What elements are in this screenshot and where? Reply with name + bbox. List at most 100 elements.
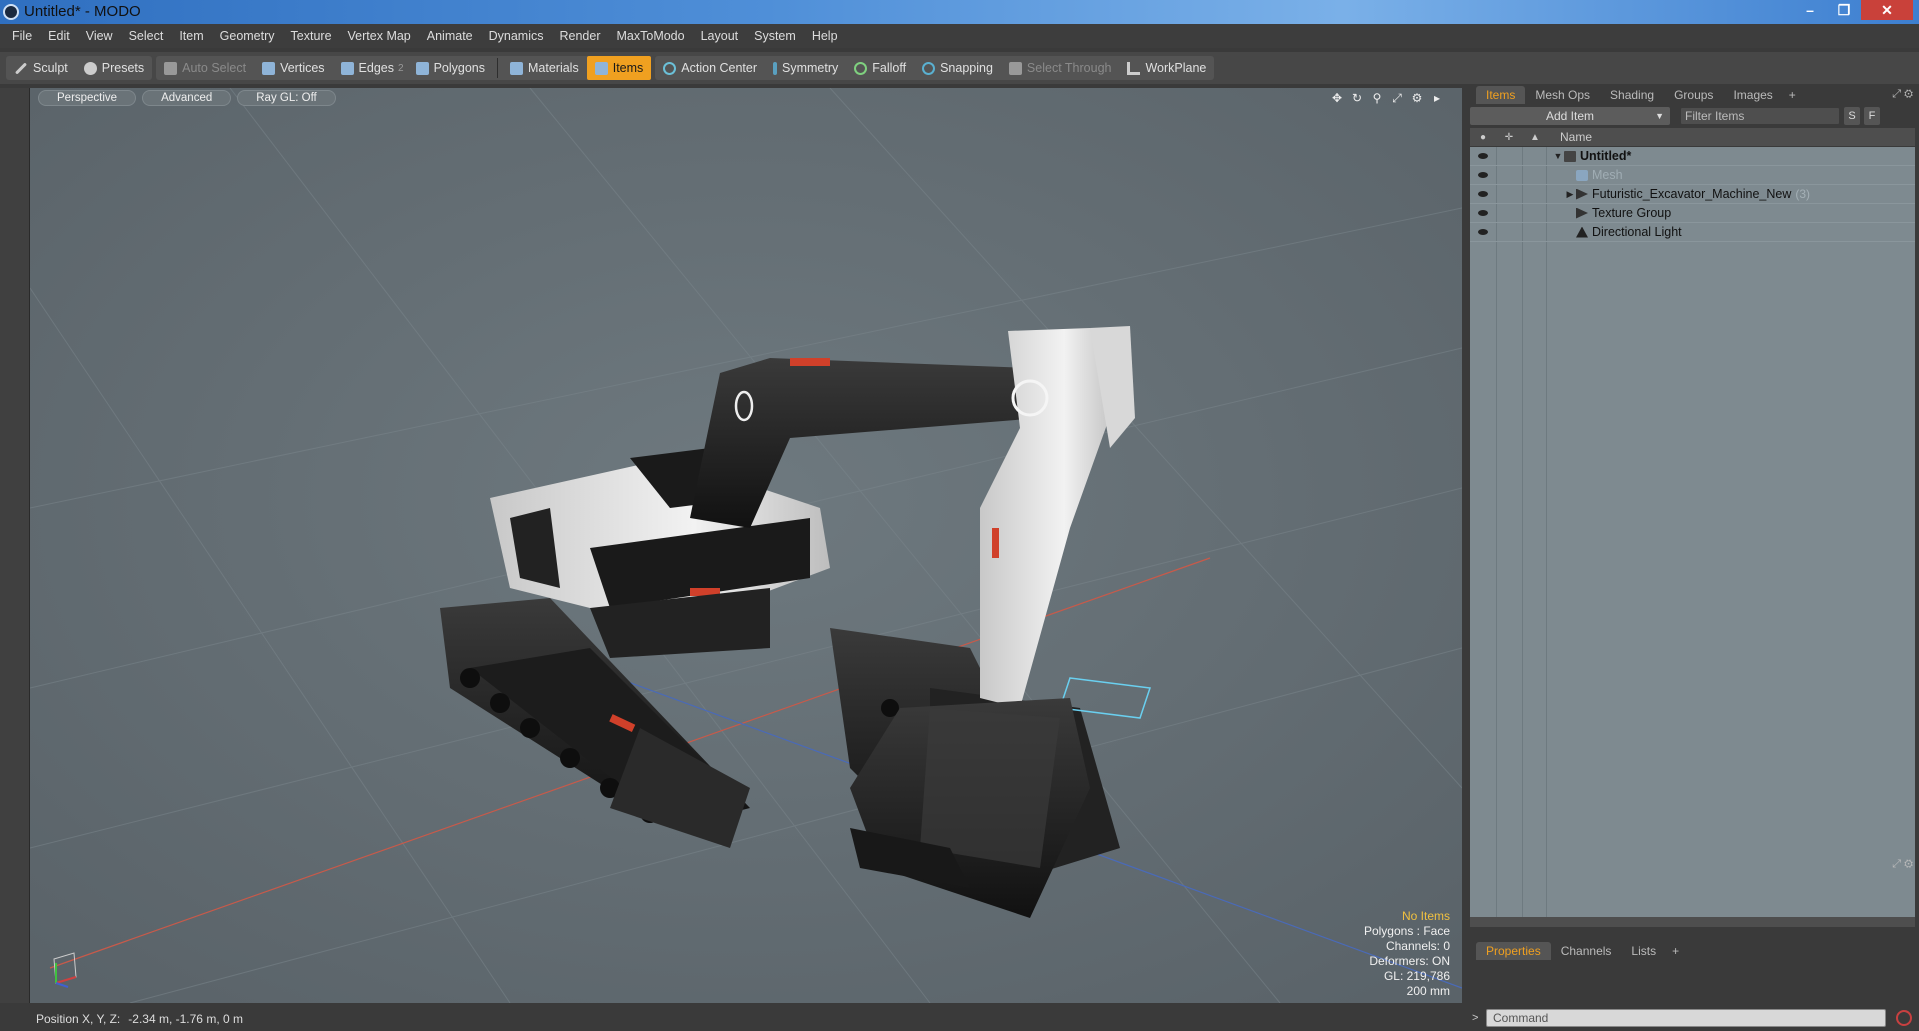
symmetry-button[interactable]: Symmetry	[765, 56, 846, 80]
chevron-down-icon: ▼	[1655, 111, 1664, 121]
command-bar: >	[1466, 1007, 1919, 1029]
edges-button[interactable]: Edges	[333, 56, 402, 80]
zoom-icon[interactable]: ⚲	[1370, 91, 1384, 105]
gear-icon[interactable]: ⚙	[1410, 91, 1424, 105]
workplane-button[interactable]: WorkPlane	[1119, 56, 1214, 80]
tab-groups[interactable]: Groups	[1664, 86, 1723, 104]
tab-lists[interactable]: Lists	[1621, 942, 1666, 960]
menu-item[interactable]: Item	[171, 29, 211, 43]
menu-vertex-map[interactable]: Vertex Map	[340, 29, 419, 43]
close-button[interactable]: ✕	[1861, 0, 1913, 20]
materials-button[interactable]: Materials	[502, 56, 587, 80]
items-button[interactable]: Items	[586, 56, 652, 80]
filter-s-button[interactable]: S	[1844, 107, 1860, 125]
tab-advanced[interactable]: Advanced	[142, 90, 232, 106]
3d-viewport[interactable]: Perspective Advanced Ray GL: Off ✥ ↻ ⚲ ⤢…	[30, 88, 1462, 1003]
menu-system[interactable]: System	[746, 29, 804, 43]
pan-icon[interactable]: ✥	[1330, 91, 1344, 105]
render-column-icon[interactable]: ▲	[1522, 132, 1548, 143]
item-tree: ▼ Untitled* Mesh ▶ Futuristic_Excavator_…	[1470, 147, 1915, 917]
command-input[interactable]	[1486, 1009, 1886, 1027]
items-toolbar: Add Item ▼ S F	[1470, 106, 1915, 126]
tab-images[interactable]: Images	[1723, 86, 1782, 104]
menu-geometry[interactable]: Geometry	[212, 29, 283, 43]
add-tab-icon[interactable]: +	[1666, 944, 1685, 958]
auto-select-button[interactable]: Auto Select	[156, 56, 254, 80]
mesh-icon	[1576, 169, 1588, 181]
tab-shading[interactable]: Shading	[1600, 86, 1664, 104]
column-divider	[1496, 147, 1497, 917]
selection-info: No Items	[1401, 909, 1450, 923]
visibility-toggle[interactable]	[1470, 147, 1496, 166]
scene-icon	[1564, 150, 1576, 162]
command-stop-icon[interactable]	[1896, 1010, 1912, 1026]
menu-texture[interactable]: Texture	[283, 29, 340, 43]
visibility-toggle[interactable]	[1470, 204, 1496, 223]
tree-row-label: Untitled*	[1580, 149, 1632, 163]
presets-label: Presets	[101, 61, 145, 75]
presets-button[interactable]: Presets	[76, 56, 152, 80]
properties-panel-tabs: Properties Channels Lists + ⤢ ⚙	[1466, 858, 1919, 960]
add-item-button[interactable]: Add Item ▼	[1470, 107, 1670, 125]
visibility-toggle[interactable]	[1470, 223, 1496, 242]
menu-dynamics[interactable]: Dynamics	[481, 29, 552, 43]
tree-row-directional-light[interactable]: Directional Light	[1470, 223, 1915, 242]
visibility-toggle[interactable]	[1470, 166, 1496, 185]
name-column-header[interactable]: Name	[1560, 130, 1592, 144]
tree-row-label: Futuristic_Excavator_Machine_New	[1592, 187, 1792, 201]
maximize-button[interactable]: ❐	[1827, 0, 1861, 20]
visibility-toggle[interactable]	[1470, 185, 1496, 204]
polygons-button[interactable]: Polygons	[408, 56, 493, 80]
menu-select[interactable]: Select	[121, 29, 172, 43]
panel-options-icon[interactable]: ⤢ ⚙	[1892, 88, 1913, 101]
tree-row-scene[interactable]: ▼ Untitled*	[1470, 147, 1915, 166]
command-prompt: >	[1472, 1012, 1479, 1024]
add-tab-icon[interactable]: +	[1783, 88, 1802, 102]
tab-perspective[interactable]: Perspective	[38, 90, 137, 106]
menu-maxtomodo[interactable]: MaxToModo	[609, 29, 693, 43]
visibility-column-icon[interactable]: ●	[1470, 132, 1496, 143]
tab-mesh-ops[interactable]: Mesh Ops	[1525, 86, 1600, 104]
menu-bar: File Edit View Select Item Geometry Text…	[0, 24, 1919, 48]
tab-properties[interactable]: Properties	[1476, 942, 1551, 960]
viewport-info: No Items Polygons : Face Channels: 0 Def…	[1364, 909, 1450, 999]
items-icon	[594, 61, 608, 75]
snapping-button[interactable]: Snapping	[914, 56, 1001, 80]
menu-layout[interactable]: Layout	[693, 29, 747, 43]
tab-items[interactable]: Items	[1476, 86, 1526, 104]
menu-edit[interactable]: Edit	[40, 29, 78, 43]
filter-f-button[interactable]: F	[1864, 107, 1880, 125]
items-panel-tabs: Items Mesh Ops Shading Groups Images + ⤢…	[1466, 86, 1919, 104]
more-arrow-icon[interactable]: ▸	[1430, 91, 1444, 105]
tree-row-mesh[interactable]: Mesh	[1470, 166, 1915, 185]
collapse-arrow-icon[interactable]: ▼	[1552, 151, 1564, 161]
select-through-icon	[1008, 61, 1022, 75]
panel-options-icon[interactable]: ⤢ ⚙	[1892, 858, 1913, 871]
rotate-icon[interactable]: ↻	[1350, 91, 1364, 105]
sculpt-label: Sculpt	[33, 61, 68, 75]
tab-ray-gl[interactable]: Ray GL: Off	[237, 90, 336, 106]
status-bar: Position X, Y, Z: -2.34 m, -1.76 m, 0 m	[0, 1007, 1465, 1031]
menu-animate[interactable]: Animate	[419, 29, 481, 43]
menu-render[interactable]: Render	[552, 29, 609, 43]
falloff-button[interactable]: Falloff	[846, 56, 914, 80]
lock-column-icon[interactable]: ✛	[1496, 132, 1522, 143]
menu-view[interactable]: View	[78, 29, 121, 43]
filter-items-input[interactable]	[1680, 107, 1840, 125]
action-center-button[interactable]: Action Center	[655, 56, 765, 80]
select-through-button[interactable]: Select Through	[1001, 56, 1120, 80]
vertices-button[interactable]: Vertices	[254, 56, 332, 80]
minimize-button[interactable]: –	[1793, 0, 1827, 20]
fit-icon[interactable]: ⤢	[1390, 91, 1404, 105]
light-icon	[1576, 226, 1588, 238]
symmetry-icon	[773, 61, 778, 75]
tab-channels[interactable]: Channels	[1551, 942, 1622, 960]
expand-arrow-icon[interactable]: ▶	[1564, 189, 1576, 200]
menu-help[interactable]: Help	[804, 29, 846, 43]
sculpt-button[interactable]: Sculpt	[6, 56, 76, 80]
menu-file[interactable]: File	[4, 29, 40, 43]
tree-row-excavator[interactable]: ▶ Futuristic_Excavator_Machine_New (3)	[1470, 185, 1915, 204]
tree-row-texture-group[interactable]: Texture Group	[1470, 204, 1915, 223]
eye-icon	[1478, 153, 1488, 159]
tree-scrollbar[interactable]	[1470, 917, 1915, 927]
